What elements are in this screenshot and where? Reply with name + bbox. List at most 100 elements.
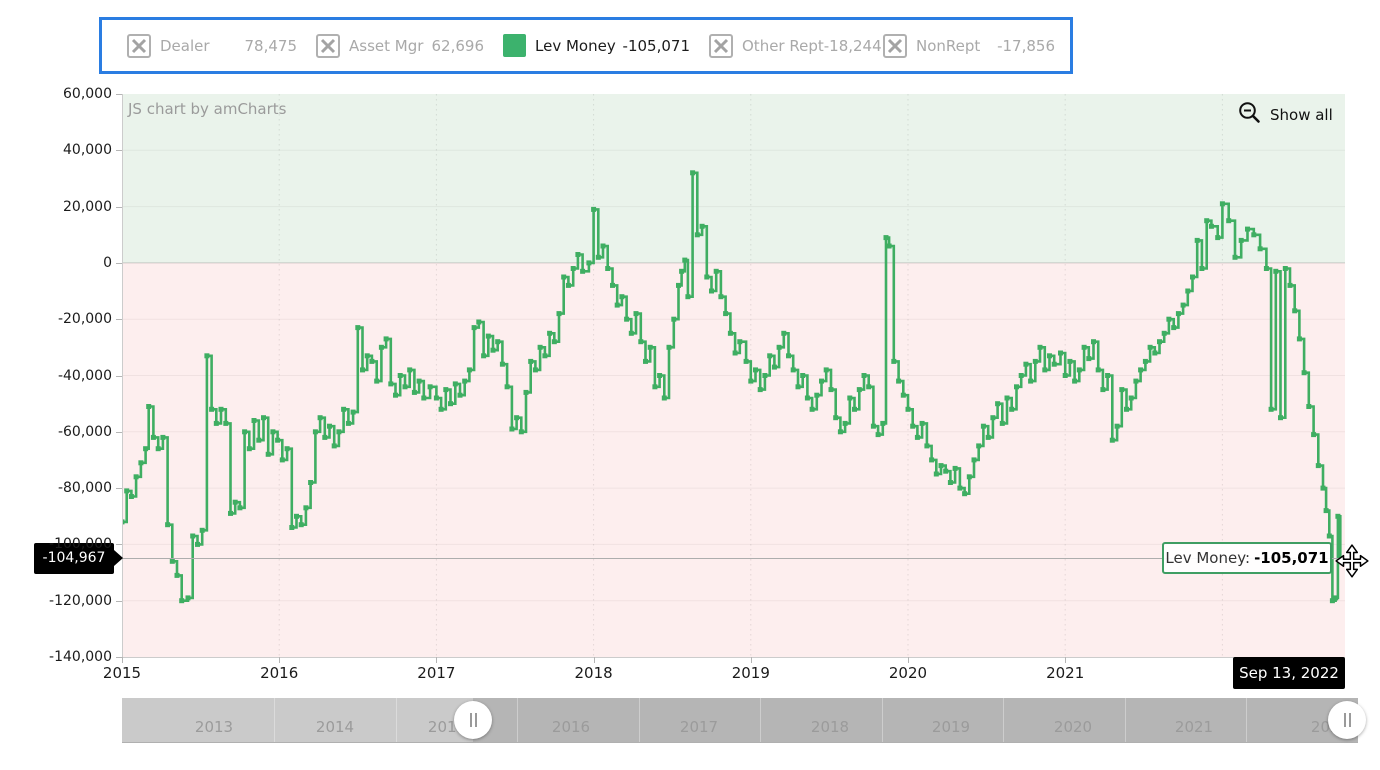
scrollbar-separator bbox=[517, 698, 518, 742]
data-point-marker bbox=[767, 353, 772, 358]
data-point-marker bbox=[1091, 339, 1096, 344]
data-point-marker bbox=[1162, 331, 1167, 336]
data-point-marker bbox=[648, 345, 653, 350]
data-point-marker bbox=[728, 331, 733, 336]
data-point-marker bbox=[448, 401, 453, 406]
data-point-marker bbox=[781, 331, 786, 336]
data-point-marker bbox=[403, 384, 408, 389]
legend-item-asset-mgr[interactable]: Asset Mgr62,696 bbox=[316, 34, 484, 58]
show-all-label: Show all bbox=[1270, 106, 1333, 124]
data-point-marker bbox=[847, 396, 852, 401]
data-point-marker bbox=[341, 407, 346, 412]
data-point-marker bbox=[1302, 370, 1307, 375]
legend-label: Other Rept bbox=[742, 37, 824, 55]
data-point-marker bbox=[1082, 345, 1087, 350]
scrollbar-selected-range[interactable] bbox=[473, 698, 1358, 742]
legend-item-lev-money[interactable]: Lev Money-105,071 bbox=[503, 34, 690, 57]
data-point-marker bbox=[810, 407, 815, 412]
data-point-marker bbox=[542, 353, 547, 358]
legend-item-dealer[interactable]: Dealer 78,475 bbox=[127, 34, 297, 58]
legend-value: 78,475 bbox=[245, 37, 298, 55]
data-point-marker bbox=[871, 424, 876, 429]
data-point-marker bbox=[476, 320, 481, 325]
y-axis-tick bbox=[116, 150, 122, 151]
data-point-marker bbox=[796, 384, 801, 389]
y-axis-label: -40,000 bbox=[18, 368, 112, 384]
data-point-marker bbox=[524, 390, 529, 395]
data-point-marker bbox=[990, 415, 995, 420]
data-point-marker bbox=[313, 429, 318, 434]
tooltip-label: Lev Money: bbox=[1165, 549, 1250, 567]
data-point-marker bbox=[1166, 317, 1171, 322]
scrollbar-right-handle[interactable] bbox=[1328, 701, 1366, 739]
data-point-marker bbox=[953, 466, 958, 471]
y-axis-label: 60,000 bbox=[18, 86, 112, 102]
legend-checkbox-nonrept[interactable] bbox=[883, 34, 907, 58]
data-point-marker bbox=[417, 379, 422, 384]
data-point-marker bbox=[379, 345, 384, 350]
data-point-marker bbox=[920, 421, 925, 426]
data-point-marker bbox=[151, 435, 156, 440]
data-point-marker bbox=[256, 438, 261, 443]
legend-checkbox-other-rept[interactable] bbox=[709, 34, 733, 58]
data-point-marker bbox=[1204, 218, 1209, 223]
legend-checkbox-dealer[interactable] bbox=[127, 34, 151, 58]
data-point-marker bbox=[876, 432, 881, 437]
legend-swatch-lev-money[interactable] bbox=[503, 34, 526, 57]
data-point-marker bbox=[453, 381, 458, 386]
x-axis-cursor-balloon: Sep 13, 2022 bbox=[1233, 657, 1345, 689]
data-point-marker bbox=[800, 373, 805, 378]
data-point-marker bbox=[1129, 396, 1134, 401]
x-axis-label: 2020 bbox=[889, 664, 927, 682]
data-point-marker bbox=[591, 207, 596, 212]
data-point-marker bbox=[280, 457, 285, 462]
grip-icon bbox=[1349, 713, 1351, 727]
scrollbar-year-label: 2020 bbox=[1054, 718, 1092, 736]
scrollbar-year-label: 2018 bbox=[811, 718, 849, 736]
y-axis-tick bbox=[116, 319, 122, 320]
date-scrollbar-track[interactable]: 2013201420152016201720182019202020212022 bbox=[122, 698, 1358, 743]
legend-label: Dealer bbox=[160, 37, 210, 55]
y-axis-label: 0 bbox=[18, 255, 112, 271]
legend-checkbox-asset-mgr[interactable] bbox=[316, 34, 340, 58]
data-point-marker bbox=[887, 244, 892, 249]
scrollbar-left-handle[interactable] bbox=[454, 701, 492, 739]
x-axis-tick bbox=[279, 657, 280, 663]
data-point-marker bbox=[538, 345, 543, 350]
legend-item-other-rept[interactable]: Other Rept-18,244 bbox=[709, 34, 864, 58]
data-point-marker bbox=[332, 443, 337, 448]
data-point-marker bbox=[1171, 325, 1176, 330]
legend-label: NonRept bbox=[916, 37, 980, 55]
data-point-marker bbox=[486, 334, 491, 339]
scrollbar-separator bbox=[639, 698, 640, 742]
x-axis-line bbox=[122, 657, 1345, 658]
data-point-marker bbox=[744, 359, 749, 364]
data-point-marker bbox=[1233, 255, 1238, 260]
data-point-marker bbox=[1033, 359, 1038, 364]
y-axis-tick bbox=[116, 432, 122, 433]
x-axis-label: 2015 bbox=[103, 664, 141, 682]
data-point-marker bbox=[247, 446, 252, 451]
data-point-marker bbox=[346, 421, 351, 426]
scrollbar-separator bbox=[1003, 698, 1004, 742]
data-point-marker bbox=[355, 325, 360, 330]
scrollbar-separator bbox=[1246, 698, 1247, 742]
data-point-marker bbox=[615, 303, 620, 308]
scrollbar-separator bbox=[1125, 698, 1126, 742]
data-point-marker bbox=[308, 480, 313, 485]
data-point-marker bbox=[561, 275, 566, 280]
legend-item-nonrept[interactable]: NonRept-17,856 bbox=[883, 34, 1055, 58]
y-axis-tick bbox=[116, 94, 122, 95]
legend-label: Lev Money bbox=[535, 37, 616, 55]
data-point-marker bbox=[667, 345, 672, 350]
data-point-marker bbox=[1042, 367, 1047, 372]
data-point-marker bbox=[261, 415, 266, 420]
data-point-marker bbox=[709, 289, 714, 294]
data-point-marker bbox=[862, 373, 867, 378]
data-point-marker bbox=[533, 367, 538, 372]
data-point-marker bbox=[1278, 415, 1283, 420]
legend-label: Asset Mgr bbox=[349, 37, 423, 55]
data-point-marker bbox=[896, 379, 901, 384]
data-point-marker bbox=[1269, 407, 1274, 412]
show-all-button[interactable]: Show all bbox=[1238, 101, 1333, 129]
